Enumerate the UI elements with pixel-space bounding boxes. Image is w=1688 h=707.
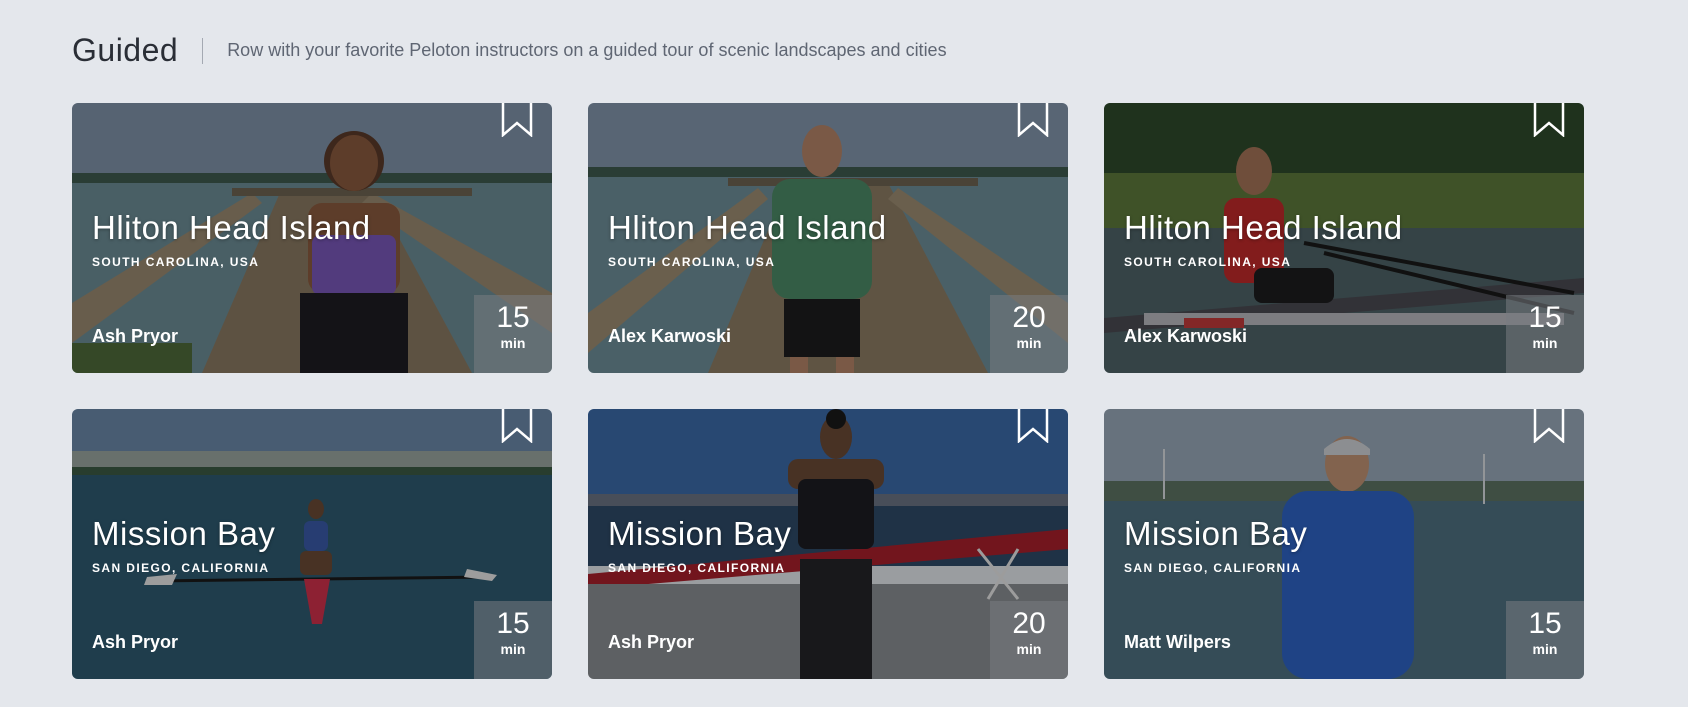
duration-value: 15 [1528, 301, 1562, 334]
card-location: SAN DIEGO, CALIFORNIA [1124, 561, 1302, 575]
bookmark-icon[interactable] [500, 409, 534, 443]
card-title: Mission Bay [92, 515, 276, 552]
duration-unit: min [1016, 641, 1042, 657]
card-instructor: Ash Pryor [92, 632, 179, 652]
section-subtitle: Row with your favorite Peloton instructo… [227, 40, 947, 60]
card-location: SAN DIEGO, CALIFORNIA [92, 561, 270, 575]
card-instructor: Ash Pryor [92, 326, 179, 346]
duration-value: 20 [1012, 301, 1046, 334]
class-card[interactable]: Mission Bay SAN DIEGO, CALIFORNIA Ash Pr… [588, 409, 1068, 679]
card-location: SOUTH CAROLINA, USA [92, 255, 260, 269]
duration-unit: min [1532, 335, 1558, 351]
card-instructor: Alex Karwoski [1124, 326, 1248, 346]
duration-badge: 20 min [990, 601, 1068, 679]
section-header: Guided Row with your favorite Peloton in… [72, 32, 947, 69]
duration-unit: min [1016, 335, 1042, 351]
card-title: Hliton Head Island [92, 209, 371, 246]
duration-badge: 15 min [1506, 601, 1584, 679]
section-title: Guided [72, 32, 179, 68]
bookmark-icon[interactable] [500, 103, 534, 137]
card-location: SAN DIEGO, CALIFORNIA [608, 561, 786, 575]
duration-value: 20 [1012, 607, 1046, 640]
duration-unit: min [500, 335, 526, 351]
card-title: Hliton Head Island [608, 209, 887, 246]
card-instructor: Alex Karwoski [608, 326, 732, 346]
class-card[interactable]: Hliton Head Island SOUTH CAROLINA, USA A… [72, 103, 552, 373]
card-instructor: Matt Wilpers [1124, 632, 1231, 652]
card-title: Mission Bay [1124, 515, 1308, 552]
bookmark-icon[interactable] [1532, 103, 1566, 137]
class-grid: Hliton Head Island SOUTH CAROLINA, USA A… [72, 103, 1584, 679]
duration-value: 15 [496, 607, 530, 640]
bookmark-icon[interactable] [1016, 103, 1050, 137]
card-instructor: Ash Pryor [608, 632, 695, 652]
duration-unit: min [1532, 641, 1558, 657]
card-location: SOUTH CAROLINA, USA [1124, 255, 1292, 269]
class-card[interactable]: Hliton Head Island SOUTH CAROLINA, USA A… [1104, 103, 1584, 373]
header-divider [202, 37, 204, 64]
duration-value: 15 [1528, 607, 1562, 640]
duration-unit: min [500, 641, 526, 657]
bookmark-icon[interactable] [1532, 409, 1566, 443]
class-card[interactable]: Hliton Head Island SOUTH CAROLINA, USA A… [588, 103, 1068, 373]
duration-badge: 15 min [474, 601, 552, 679]
card-title: Mission Bay [608, 515, 792, 552]
card-title: Hliton Head Island [1124, 209, 1403, 246]
card-location: SOUTH CAROLINA, USA [608, 255, 776, 269]
bookmark-icon[interactable] [1016, 409, 1050, 443]
duration-value: 15 [496, 301, 530, 334]
duration-badge: 20 min [990, 295, 1068, 373]
duration-badge: 15 min [1506, 295, 1584, 373]
duration-badge: 15 min [474, 295, 552, 373]
class-card[interactable]: Mission Bay SAN DIEGO, CALIFORNIA Matt W… [1104, 409, 1584, 679]
class-card[interactable]: Mission Bay SAN DIEGO, CALIFORNIA Ash Pr… [72, 409, 552, 679]
